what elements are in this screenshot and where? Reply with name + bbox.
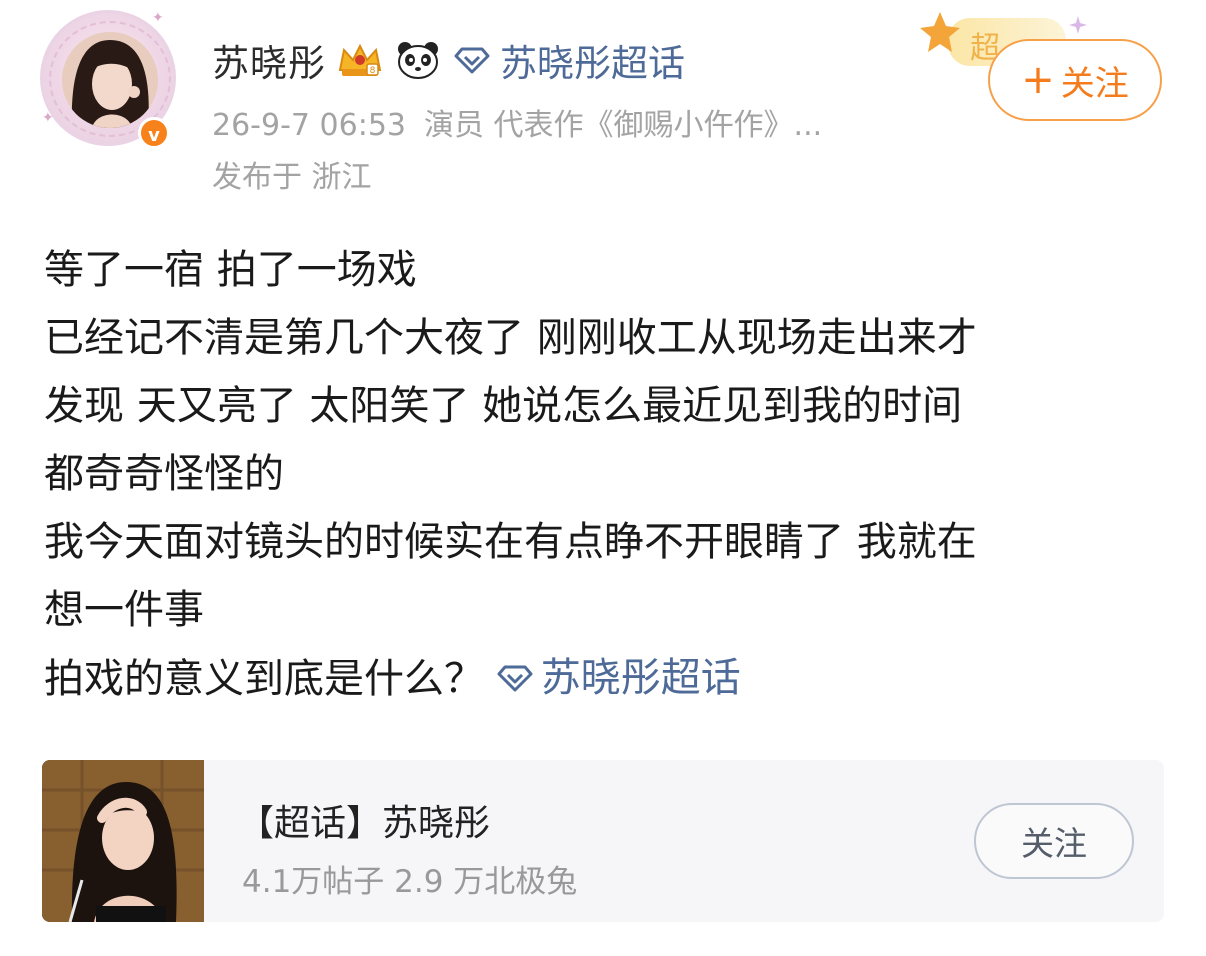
avatar-photo (62, 32, 158, 128)
supertopic-link[interactable]: 苏晓彤超话 (454, 33, 685, 87)
supertopic-card-title: 【超话】苏晓彤 (238, 803, 491, 844)
supertopic-card[interactable]: 【超话】苏晓彤 4.1万帖子 2.9 万北极兔 关注 (42, 760, 1164, 922)
post-line: 已经记不清是第几个大夜了 刚刚收工从现场走出来才 (44, 315, 977, 361)
supertopic-thumbnail (42, 760, 204, 922)
post-meta: 26-9-7 06:53 演员 代表作《御赐小仵作》... (212, 100, 822, 144)
name-row: 苏晓彤 8 苏晓彤超话 (212, 32, 685, 88)
inline-supertopic-label: 苏晓彤超话 (540, 655, 741, 701)
post-line: 想一件事 (44, 587, 204, 633)
follow-button[interactable]: + 关注 (988, 39, 1162, 121)
sparkle-icon: ✦ (42, 110, 54, 126)
card-follow-button-label: 关注 (1021, 824, 1087, 863)
post-line: 都奇奇怪怪的 (44, 451, 284, 497)
crown-vip-icon[interactable]: 8 (336, 40, 384, 80)
user-name[interactable]: 苏晓彤 (212, 33, 326, 87)
supertopic-link-label: 苏晓彤超话 (500, 42, 685, 85)
svg-text:8: 8 (370, 66, 376, 76)
post-location: 发布于 浙江 (212, 160, 372, 195)
post-line: 我今天面对镜头的时候实在有点睁不开眼睛了 我就在 (44, 519, 977, 565)
diamond-icon (497, 665, 533, 692)
post-line-last: 拍戏的意义到底是什么？ 苏晓彤超话 (44, 644, 1164, 713)
avatar[interactable]: ✦ ✦ v (40, 10, 180, 160)
sparkle-icon: ✦ (152, 10, 164, 26)
panda-icon[interactable] (394, 40, 442, 80)
inline-supertopic-link[interactable]: 苏晓彤超话 (497, 644, 741, 712)
user-bio: 演员 代表作《御赐小仵作》... (424, 108, 823, 143)
verified-badge-icon: v (138, 117, 170, 149)
post-line-text: 拍戏的意义到底是什么？ (44, 656, 484, 702)
plus-icon: + (1021, 57, 1055, 103)
post-line: 等了一宿 拍了一场戏 (44, 247, 417, 293)
post-text: 等了一宿 拍了一场戏 已经记不清是第几个大夜了 刚刚收工从现场走出来才 发现 天… (44, 236, 1164, 713)
post-line: 发现 天又亮了 太阳笑了 她说怎么最近见到我的时间 (44, 383, 963, 429)
post-timestamp: 26-9-7 06:53 (212, 108, 406, 143)
supertopic-card-stats: 4.1万帖子 2.9 万北极兔 (242, 864, 578, 900)
card-follow-button[interactable]: 关注 (974, 803, 1134, 879)
follow-button-label: 关注 (1060, 63, 1129, 104)
diamond-icon (454, 47, 490, 74)
